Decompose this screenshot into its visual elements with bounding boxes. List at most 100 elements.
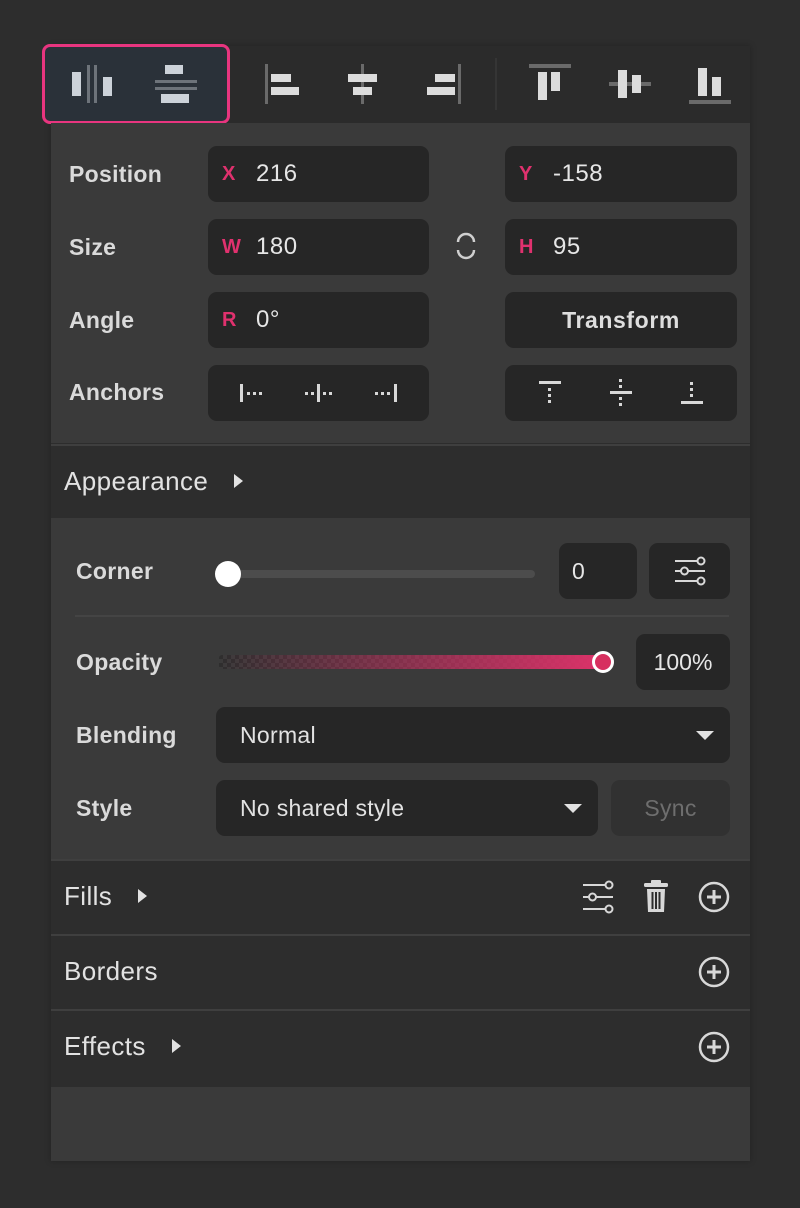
x-position-field[interactable]: X 216 [208, 146, 429, 202]
width-field[interactable]: W 180 [208, 219, 429, 275]
transform-section: Position X 216 Y -158 Size W 180 H 95 An… [51, 123, 750, 443]
angle-label: Angle [69, 307, 135, 333]
width-value: 180 [256, 233, 298, 260]
distribute-horizontal-icon [72, 65, 112, 103]
align-top-icon [529, 64, 571, 100]
appearance-title: Appearance [64, 465, 209, 496]
align-right-button[interactable] [415, 58, 471, 110]
add-fill-button[interactable] [696, 879, 732, 915]
align-bottom-icon [689, 68, 731, 104]
anchor-bottom-icon [680, 382, 703, 404]
expand-caret-icon[interactable] [171, 1039, 181, 1053]
fills-delete-button[interactable] [638, 879, 674, 915]
align-top-button[interactable] [522, 58, 578, 110]
corner-settings-button[interactable] [649, 543, 730, 599]
corner-label: Corner [76, 558, 154, 584]
transform-button[interactable]: Transform [505, 292, 737, 348]
align-right-icon [427, 64, 461, 104]
toolbar-separator [495, 58, 497, 110]
align-center-horizontal-button[interactable] [335, 58, 391, 110]
rotation-value: 0° [256, 306, 280, 333]
expand-caret-icon[interactable] [234, 474, 244, 488]
x-value: 216 [256, 160, 298, 187]
anchors-label: Anchors [69, 379, 165, 405]
settings-sliders-icon [674, 556, 705, 586]
distribute-vertical-button[interactable] [147, 58, 203, 110]
anchor-center-horizontal-button[interactable] [294, 373, 344, 413]
anchor-left-icon [239, 384, 262, 402]
anchor-right-button[interactable] [361, 373, 411, 413]
opacity-label: Opacity [76, 649, 163, 675]
align-center-horizontal-icon [348, 64, 377, 104]
borders-section-header[interactable]: Borders [51, 934, 750, 1006]
blending-selected-value: Normal [240, 721, 316, 748]
trash-icon [644, 880, 668, 912]
corner-slider-handle[interactable] [215, 561, 241, 587]
anchor-left-button[interactable] [227, 373, 277, 413]
position-label: Position [69, 161, 163, 187]
chevron-down-icon [696, 731, 714, 740]
expand-caret-icon[interactable] [138, 889, 148, 903]
link-proportions-icon[interactable] [452, 228, 480, 264]
fills-settings-button[interactable] [580, 879, 616, 915]
align-bottom-button[interactable] [682, 58, 738, 110]
distribute-vertical-icon [155, 65, 197, 103]
anchor-top-button[interactable] [525, 373, 575, 413]
r-prefix: R [222, 308, 237, 331]
align-middle-vertical-icon [609, 70, 651, 98]
size-label: Size [69, 234, 117, 260]
corner-radius-slider[interactable] [227, 570, 535, 578]
y-position-field[interactable]: Y -158 [505, 146, 737, 202]
w-prefix: W [222, 235, 241, 258]
opacity-field[interactable]: 100% [636, 634, 730, 690]
shared-style-dropdown[interactable]: No shared style [216, 780, 598, 836]
borders-actions [696, 936, 732, 1008]
opacity-slider[interactable] [219, 655, 603, 669]
chevron-down-icon [564, 804, 582, 813]
corner-value: 0 [572, 557, 585, 584]
height-field[interactable]: H 95 [505, 219, 737, 275]
sync-button[interactable]: Sync [611, 780, 730, 836]
anchor-bottom-button[interactable] [667, 373, 717, 413]
align-left-button[interactable] [255, 58, 311, 110]
fills-title: Fills [64, 880, 113, 911]
distribute-horizontal-button[interactable] [65, 58, 121, 110]
appearance-divider [75, 615, 729, 617]
opacity-slider-handle[interactable] [592, 651, 614, 673]
align-middle-vertical-button[interactable] [602, 58, 658, 110]
y-value: -158 [553, 160, 604, 187]
horizontal-anchors-group [208, 365, 429, 421]
appearance-section: Corner 0 Opacity 100% Blending Normal St… [51, 518, 750, 859]
fills-section-header[interactable]: Fills [51, 859, 750, 931]
add-circle-icon [698, 1031, 730, 1063]
add-circle-icon [698, 881, 730, 913]
opacity-value: 100% [653, 648, 713, 675]
add-border-button[interactable] [696, 954, 732, 990]
borders-title: Borders [64, 955, 158, 986]
h-prefix: H [519, 235, 534, 258]
vertical-anchors-group [505, 365, 737, 421]
x-prefix: X [222, 162, 236, 185]
blending-label: Blending [76, 722, 177, 748]
add-circle-icon [698, 956, 730, 988]
height-value: 95 [553, 233, 581, 260]
effects-title: Effects [64, 1030, 146, 1061]
style-label: Style [76, 795, 133, 821]
y-prefix: Y [519, 162, 533, 185]
anchor-right-icon [374, 384, 397, 402]
panel-footer-area [51, 1087, 750, 1161]
anchor-top-icon [539, 381, 562, 403]
anchor-center-horizontal-icon [304, 384, 332, 402]
settings-sliders-icon [583, 880, 614, 914]
rotation-field[interactable]: R 0° [208, 292, 429, 348]
effects-section-header[interactable]: Effects [51, 1009, 750, 1081]
appearance-section-header[interactable]: Appearance [51, 444, 750, 516]
effects-actions [696, 1011, 732, 1083]
fills-actions [580, 861, 732, 933]
anchor-middle-vertical-button[interactable] [596, 373, 646, 413]
blending-mode-dropdown[interactable]: Normal [216, 707, 730, 763]
align-left-icon [265, 64, 299, 104]
add-effect-button[interactable] [696, 1029, 732, 1065]
corner-radius-field[interactable]: 0 [559, 543, 637, 599]
alignment-toolbar [42, 44, 750, 124]
